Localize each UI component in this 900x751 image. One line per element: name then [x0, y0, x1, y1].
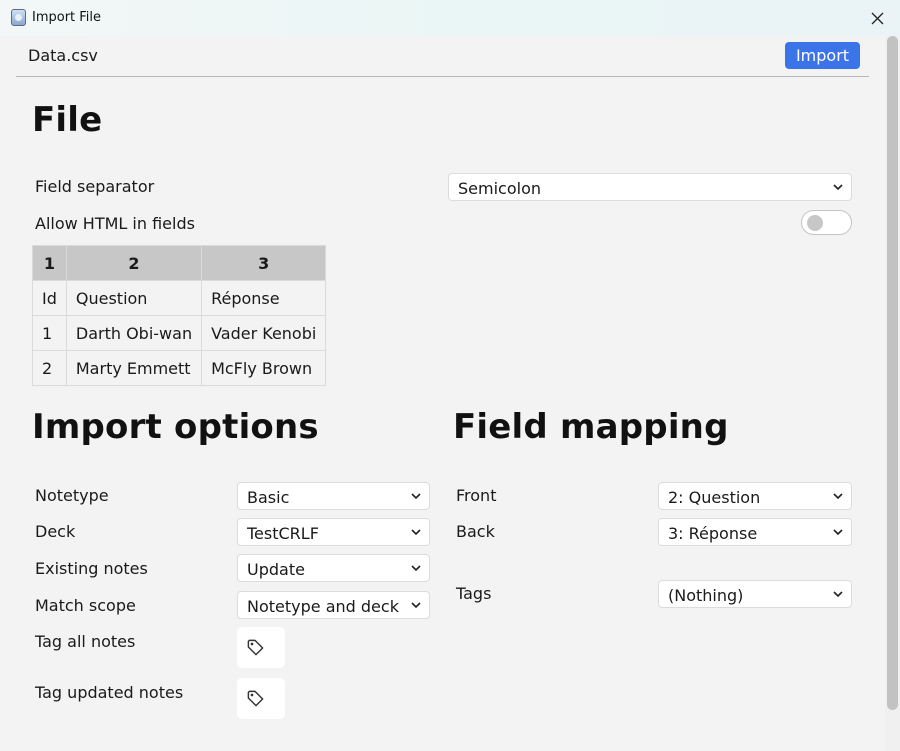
- back-field-value: 3: Réponse: [668, 524, 758, 543]
- table-cell: Darth Obi-wan: [65, 315, 203, 351]
- allow-html-toggle[interactable]: [801, 210, 852, 235]
- import-dialog-content: Data.csv Import File Field separator Sem…: [0, 36, 884, 751]
- front-label: Front: [456, 486, 497, 505]
- column-header: 3: [201, 245, 327, 281]
- tag-updated-notes-label: Tag updated notes: [35, 683, 184, 702]
- match-scope-label: Match scope: [35, 596, 136, 615]
- chevron-down-icon: [409, 489, 423, 503]
- vertical-scrollbar[interactable]: [885, 36, 900, 751]
- table-cell: Marty Emmett: [65, 350, 203, 386]
- notetype-select[interactable]: Basic: [237, 482, 430, 510]
- back-field-select[interactable]: 3: Réponse: [658, 518, 852, 546]
- table-row: Id Question Réponse: [32, 280, 327, 316]
- import-options-heading: Import options: [32, 407, 319, 447]
- table-cell: Vader Kenobi: [201, 315, 327, 351]
- tag-icon: [247, 690, 264, 707]
- tags-field-value: (Nothing): [668, 586, 744, 605]
- field-separator-label: Field separator: [35, 177, 155, 196]
- notetype-value: Basic: [247, 488, 290, 507]
- toggle-knob: [807, 215, 823, 231]
- deck-value: TestCRLF: [247, 524, 319, 543]
- table-header-row: 1 2 3: [32, 245, 327, 281]
- notetype-label: Notetype: [35, 486, 109, 505]
- deck-select[interactable]: TestCRLF: [237, 518, 430, 546]
- tags-label: Tags: [456, 584, 492, 603]
- table-cell: 1: [32, 315, 67, 351]
- csv-preview-table: 1 2 3 Id Question Réponse 1 Darth Obi-wa…: [32, 245, 327, 386]
- window-title: Import File: [32, 10, 102, 25]
- chevron-down-icon: [831, 525, 845, 539]
- tag-all-notes-label: Tag all notes: [35, 632, 136, 651]
- table-cell: Id: [32, 280, 67, 316]
- import-button[interactable]: Import: [785, 42, 860, 69]
- chevron-down-icon: [409, 598, 423, 612]
- existing-notes-value: Update: [247, 560, 305, 579]
- table-cell: Question: [65, 280, 203, 316]
- app-icon: [11, 9, 26, 26]
- table-cell: 2: [32, 350, 67, 386]
- existing-notes-select[interactable]: Update: [237, 554, 430, 582]
- scrollbar-thumb[interactable]: [887, 36, 898, 710]
- field-mapping-heading: Field mapping: [453, 407, 729, 447]
- field-separator-value: Semicolon: [458, 179, 541, 198]
- tag-icon: [247, 639, 264, 656]
- match-scope-select[interactable]: Notetype and deck: [237, 591, 430, 619]
- chevron-down-icon: [409, 525, 423, 539]
- file-name: Data.csv: [28, 46, 98, 65]
- header-divider: [16, 76, 869, 77]
- front-field-select[interactable]: 2: Question: [658, 482, 852, 510]
- chevron-down-icon: [831, 180, 845, 194]
- chevron-down-icon: [831, 587, 845, 601]
- table-cell: Réponse: [201, 280, 327, 316]
- match-scope-value: Notetype and deck: [247, 597, 399, 616]
- tags-field-select[interactable]: (Nothing): [658, 580, 852, 608]
- existing-notes-label: Existing notes: [35, 559, 148, 578]
- column-header: 1: [32, 245, 67, 281]
- back-label: Back: [456, 522, 495, 541]
- table-row: 2 Marty Emmett McFly Brown: [32, 350, 327, 386]
- allow-html-label: Allow HTML in fields: [35, 214, 195, 233]
- chevron-down-icon: [831, 489, 845, 503]
- table-cell: McFly Brown: [201, 350, 327, 386]
- chevron-down-icon: [409, 561, 423, 575]
- close-button[interactable]: [854, 0, 900, 36]
- title-bar: Import File: [0, 0, 900, 36]
- table-row: 1 Darth Obi-wan Vader Kenobi: [32, 315, 327, 351]
- column-header: 2: [65, 245, 203, 281]
- file-heading: File: [32, 100, 103, 140]
- field-separator-select[interactable]: Semicolon: [448, 173, 852, 201]
- deck-label: Deck: [35, 522, 76, 541]
- front-field-value: 2: Question: [668, 488, 761, 507]
- close-icon: [871, 12, 883, 24]
- tag-updated-notes-editor[interactable]: [237, 678, 285, 719]
- tag-all-notes-editor[interactable]: [237, 627, 285, 668]
